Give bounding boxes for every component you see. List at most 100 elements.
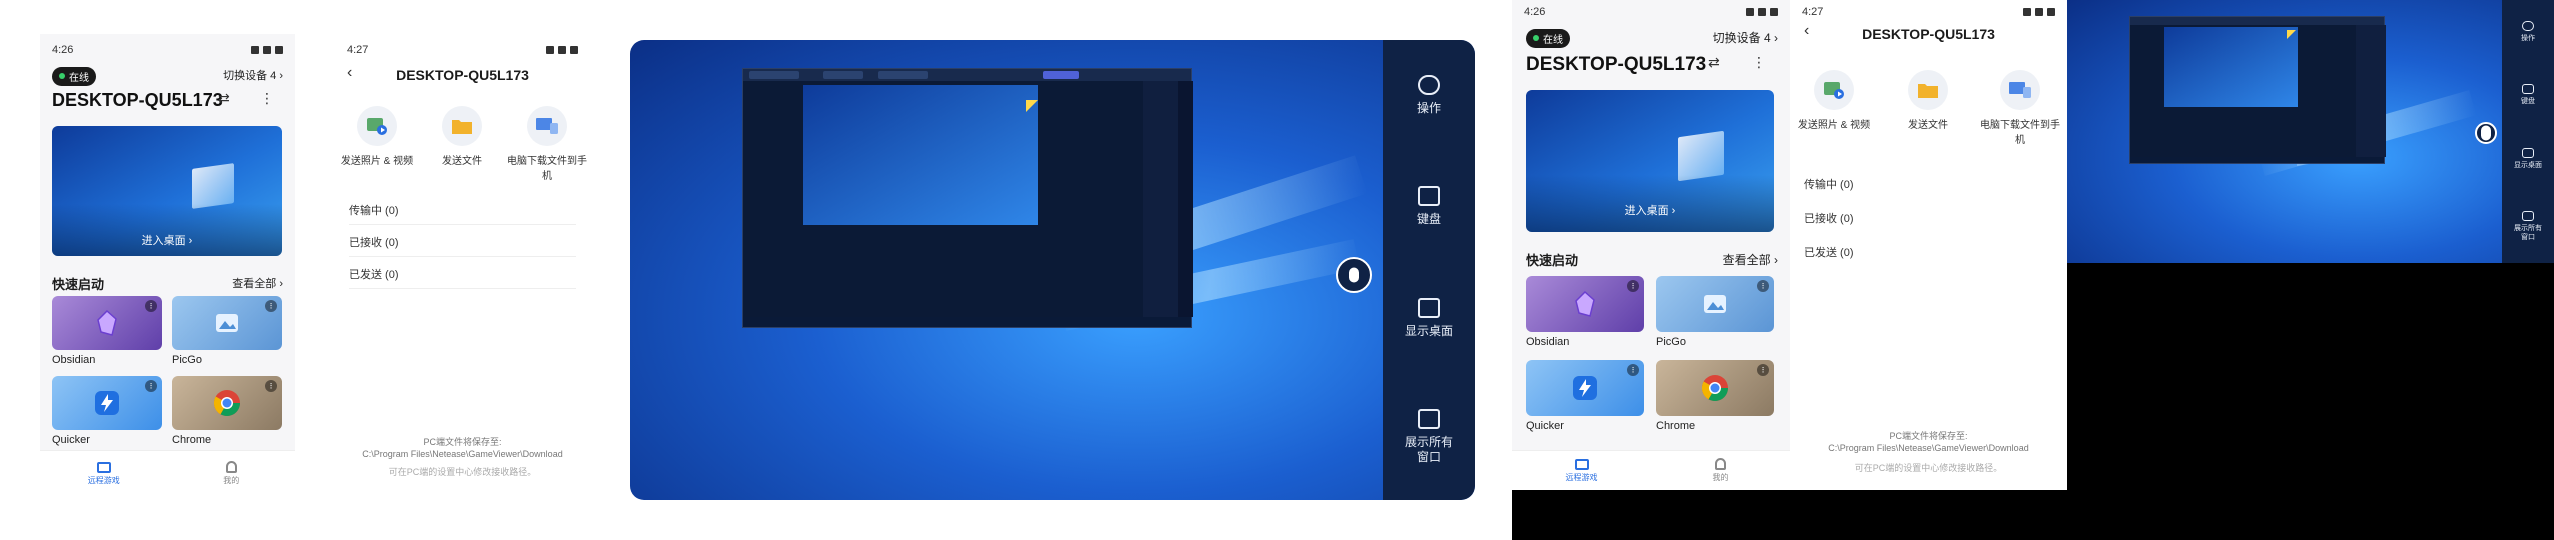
tile-more-icon[interactable]: ⁝ xyxy=(145,300,157,312)
app-tile-obsidian[interactable]: ⁝ xyxy=(1526,276,1644,332)
status-time: 4:26 xyxy=(52,44,74,56)
row-received[interactable]: 已接收 (0) xyxy=(349,228,576,257)
status-icons xyxy=(546,46,578,54)
switch-device-button[interactable]: 切换设备 4 › xyxy=(1713,29,1778,46)
folder-icon xyxy=(1918,84,1938,98)
show-desktop-button[interactable]: 显示桌面 xyxy=(2514,147,2542,170)
nav-me-tab[interactable]: 我的 xyxy=(1651,451,1790,490)
more-menu-icon[interactable]: ⋮ xyxy=(1752,54,1766,71)
nav-remote-tab[interactable]: 远程游戏 xyxy=(40,451,168,496)
show-all-windows-button[interactable]: 展示所有窗口 xyxy=(2513,211,2543,242)
pc-phone-icon xyxy=(2009,82,2031,98)
monitor-icon xyxy=(1574,458,1589,470)
action-label: 电脑下载文件到手机 xyxy=(507,156,587,182)
tile-more-icon[interactable]: ⁝ xyxy=(265,300,277,312)
app-label: PicGo xyxy=(1656,336,1686,348)
pc-download-button[interactable]: 电脑下载文件到手机 xyxy=(507,106,587,182)
home-screen-large: 4:26 在线 切换设备 4 › DESKTOP-QU5L173 ⇄ ⋮ 进入桌… xyxy=(1512,0,1790,490)
tile-more-icon[interactable]: ⁝ xyxy=(1757,364,1769,376)
keyboard-icon xyxy=(2522,84,2534,95)
note-path: C:\Program Files\Netease\GameViewer\Down… xyxy=(362,449,563,459)
see-all-link[interactable]: 查看全部 › xyxy=(232,275,283,291)
cursor-icon xyxy=(2287,30,2296,39)
app-tile-quicker[interactable]: ⁝ xyxy=(52,376,162,430)
mouse-mode-button[interactable] xyxy=(1336,257,1372,293)
remote-desktop-view[interactable]: 操作 键盘 显示桌面 展示所有窗口 xyxy=(630,40,1475,500)
app-tile-chrome[interactable]: ⁝ xyxy=(1656,360,1774,416)
remote-desktop-view-small[interactable]: 操作 键盘 显示桌面 展示所有窗口 xyxy=(2067,0,2554,263)
row-sent[interactable]: 已发送 (0) xyxy=(349,260,576,289)
nav-me-tab[interactable]: 我的 xyxy=(168,451,296,496)
app-tile-quicker[interactable]: ⁝ xyxy=(1526,360,1644,416)
app-label: Obsidian xyxy=(1526,336,1570,348)
row-transferring[interactable]: 传输中 (0) xyxy=(349,196,576,225)
panel-label: 显示桌面 xyxy=(2514,161,2542,169)
online-badge: 在线 xyxy=(52,66,96,86)
keyboard-icon xyxy=(1417,186,1440,207)
enter-desktop-label: 进入桌面 › xyxy=(141,235,193,247)
tile-more-icon[interactable]: ⁝ xyxy=(1627,280,1639,292)
app-tile-picgo[interactable]: ⁝ xyxy=(1656,276,1774,332)
person-icon xyxy=(225,461,237,473)
tile-more-icon[interactable]: ⁝ xyxy=(265,380,277,392)
tile-more-icon[interactable]: ⁝ xyxy=(145,380,157,392)
status-icons xyxy=(251,46,283,54)
transfer-icon[interactable]: ⇄ xyxy=(1708,54,1720,71)
send-file-button[interactable]: 发送文件 xyxy=(422,106,502,167)
desktop-icon xyxy=(2522,147,2534,158)
more-menu-icon[interactable]: ⋮ xyxy=(260,90,274,107)
picgo-icon xyxy=(1704,295,1726,313)
desktop-preview[interactable]: 进入桌面 › xyxy=(1526,90,1774,232)
tile-more-icon[interactable]: ⁝ xyxy=(1757,280,1769,292)
note-line: PC端文件将保存至: xyxy=(1889,431,1968,441)
panel-label: 键盘 xyxy=(2521,98,2535,106)
send-photo-button[interactable]: 发送照片 & 视频 xyxy=(1794,70,1874,131)
keyboard-button[interactable]: 键盘 xyxy=(2521,84,2535,106)
pc-download-button[interactable]: 电脑下载文件到手机 xyxy=(1980,70,2060,146)
status-bar: 4:26 xyxy=(40,38,295,62)
quicker-icon xyxy=(95,391,119,415)
app-label: PicGo xyxy=(172,354,202,366)
picgo-icon xyxy=(216,314,238,332)
cursor-icon xyxy=(1026,100,1038,112)
panel-label: 操作 xyxy=(1416,101,1441,116)
online-badge: 在线 xyxy=(1526,28,1570,48)
status-time: 4:26 xyxy=(1524,6,1546,18)
nav-remote-tab[interactable]: 远程游戏 xyxy=(1512,451,1651,490)
see-all-link[interactable]: 查看全部 › xyxy=(1723,251,1778,268)
app-tile-chrome[interactable]: ⁝ xyxy=(172,376,282,430)
switch-device-button[interactable]: 切换设备 4 › xyxy=(223,67,283,83)
chrome-icon xyxy=(1701,375,1729,402)
online-dot-icon xyxy=(1533,35,1539,41)
operate-button[interactable]: 操作 xyxy=(2521,20,2535,43)
action-label: 发送照片 & 视频 xyxy=(1797,120,1871,131)
action-label: 发送照片 & 视频 xyxy=(340,156,414,167)
app-tile-picgo[interactable]: ⁝ xyxy=(172,296,282,350)
desktop-preview[interactable]: 进入桌面 › xyxy=(52,126,282,256)
show-all-windows-button[interactable]: 展示所有窗口 xyxy=(1402,408,1456,465)
send-photo-button[interactable]: 发送照片 & 视频 xyxy=(337,106,417,167)
device-title: DESKTOP-QU5L173 xyxy=(52,90,223,110)
transfer-icon[interactable]: ⇄ xyxy=(218,90,230,107)
online-label: 在线 xyxy=(1543,34,1563,46)
status-icons xyxy=(1746,8,1778,16)
row-transferring[interactable]: 传输中 (0) xyxy=(1804,170,2053,198)
status-time: 4:27 xyxy=(1802,6,1824,18)
action-label: 发送文件 xyxy=(1908,120,1948,131)
nav-me-label: 我的 xyxy=(1712,473,1729,482)
row-received[interactable]: 已接收 (0) xyxy=(1804,204,2053,232)
show-desktop-button[interactable]: 显示桌面 xyxy=(1405,297,1453,339)
keyboard-button[interactable]: 键盘 xyxy=(1417,186,1441,227)
row-sent[interactable]: 已发送 (0) xyxy=(1804,238,2053,266)
app-tile-obsidian[interactable]: ⁝ xyxy=(52,296,162,350)
mouse-mode-button[interactable] xyxy=(2475,122,2497,144)
status-bar: 4:26 xyxy=(1512,0,1790,24)
toggle-icon xyxy=(1417,75,1440,96)
status-bar: 4:27 xyxy=(335,38,590,62)
send-file-button[interactable]: 发送文件 xyxy=(1888,70,1968,131)
action-label: 电脑下载文件到手机 xyxy=(1980,120,2060,146)
operate-button[interactable]: 操作 xyxy=(1417,75,1441,116)
note-hint: 可在PC端的设置中心修改接收路径。 xyxy=(1854,463,2003,473)
app-label: Quicker xyxy=(1526,420,1564,432)
tile-more-icon[interactable]: ⁝ xyxy=(1627,364,1639,376)
